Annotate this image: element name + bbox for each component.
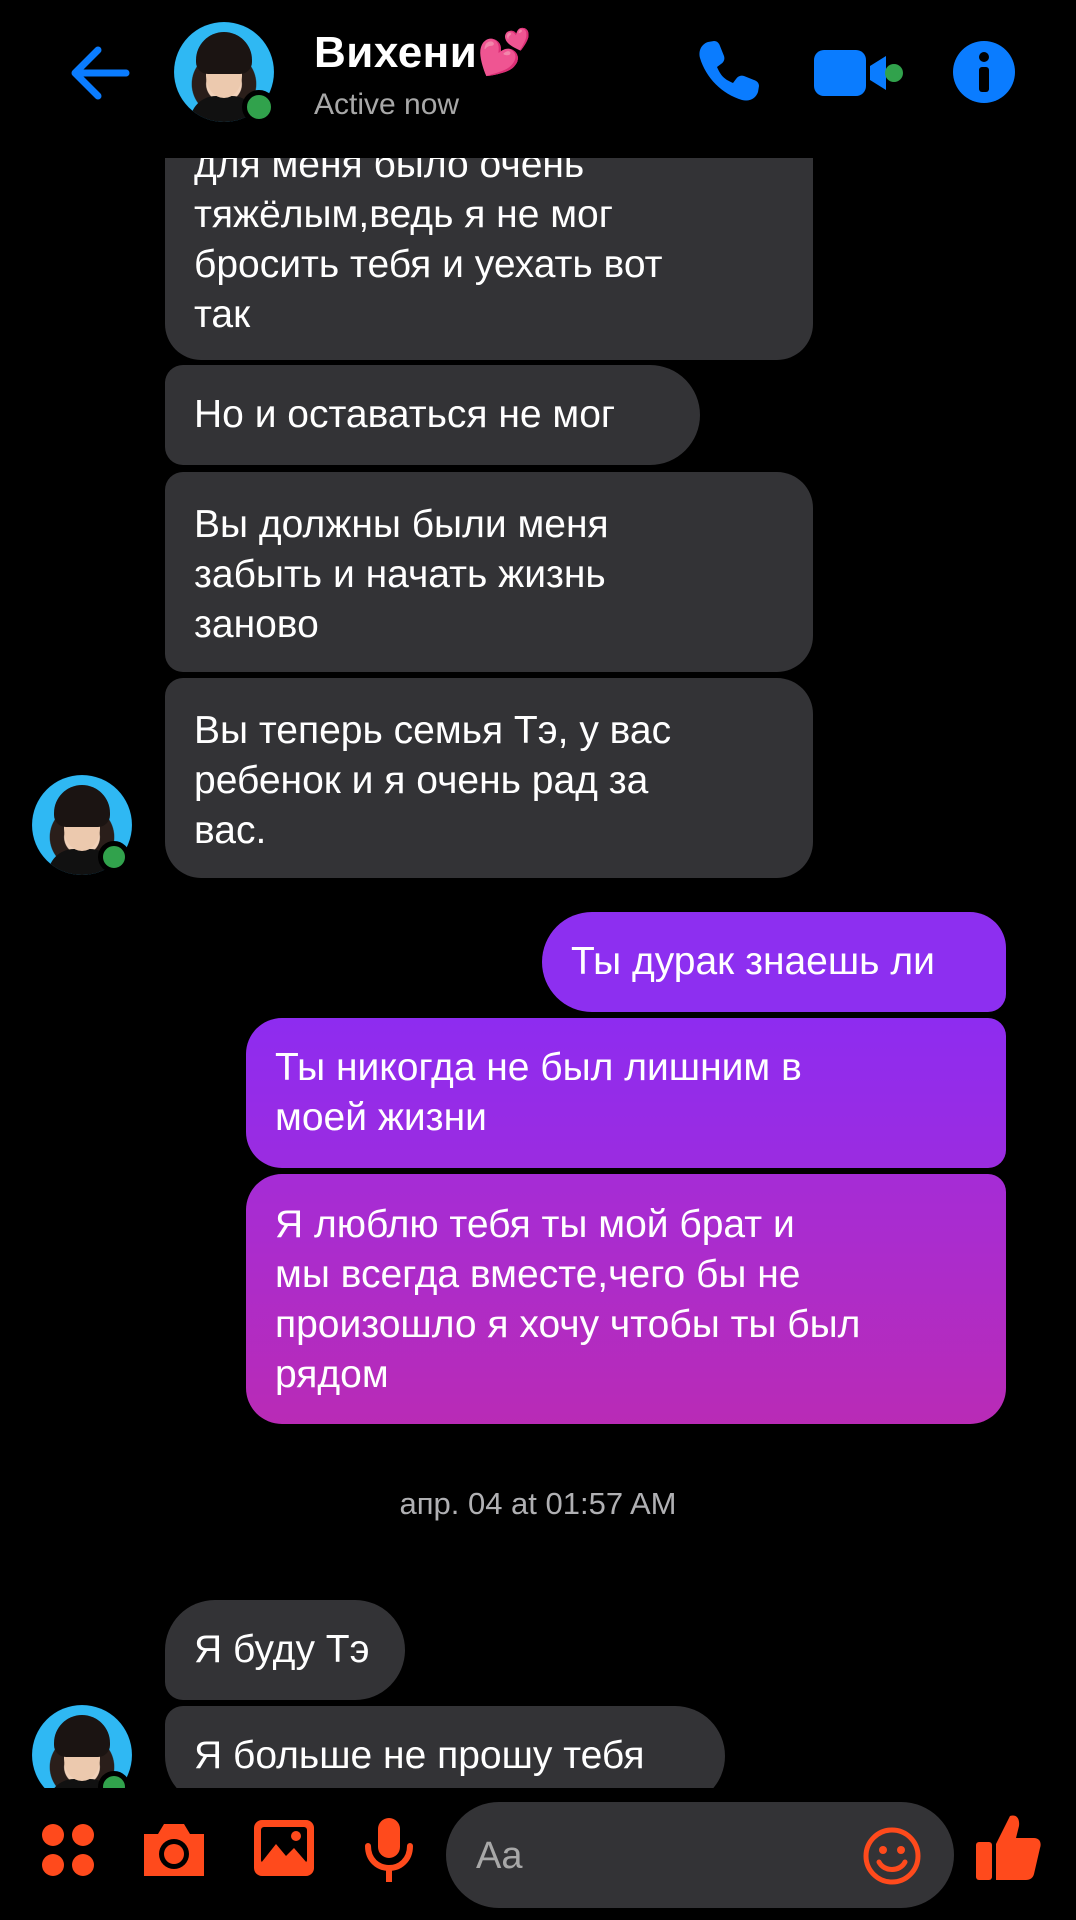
conversation-header: Вихени💕 Active now <box>0 0 1076 158</box>
outgoing-message[interactable]: Я люблю тебя ты мой брат и мы всегда вме… <box>246 1174 1006 1424</box>
info-icon[interactable] <box>952 40 1016 104</box>
contact-name[interactable]: Вихени💕 <box>314 26 533 78</box>
message-text: Я люблю тебя ты мой брат и мы всегда вме… <box>275 1203 861 1396</box>
active-status: Active now <box>314 88 460 121</box>
incoming-message[interactable]: Вы должны были меня забыть и начать жизн… <box>165 472 813 672</box>
back-arrow-icon[interactable] <box>68 42 130 104</box>
smiley-icon[interactable] <box>862 1826 922 1886</box>
message-text: Ты никогда не был лишним в моей жизни <box>275 1046 802 1139</box>
incoming-message[interactable]: Вы теперь семья Тэ, у вас ребенок и я оч… <box>165 678 813 878</box>
phone-icon[interactable] <box>694 36 764 106</box>
sender-avatar[interactable] <box>32 775 132 875</box>
incoming-message[interactable]: Я буду Тэ <box>165 1600 405 1700</box>
incoming-message[interactable]: Но и оставаться не мог <box>165 365 700 465</box>
message-text: Но и оставаться не мог <box>194 393 616 436</box>
message-text: Вы должны были меня забыть и начать жизн… <box>194 503 609 646</box>
message-text: Ты дурак знаешь ли <box>571 940 935 983</box>
camera-icon[interactable] <box>140 1818 208 1880</box>
message-text: Я буду Тэ <box>194 1628 370 1671</box>
microphone-icon[interactable] <box>362 1816 416 1884</box>
video-camera-icon[interactable] <box>812 44 904 102</box>
message-composer <box>0 1788 1076 1920</box>
contact-avatar[interactable] <box>174 22 276 124</box>
message-text: Я больше не прошу тебя <box>194 1734 645 1777</box>
message-text: Вы теперь семья Тэ, у вас ребенок и я оч… <box>194 709 672 852</box>
four-dots-icon[interactable] <box>40 1822 96 1878</box>
outgoing-message[interactable]: Ты никогда не был лишним в моей жизни <box>246 1018 1006 1168</box>
thumbs-up-icon[interactable] <box>974 1810 1042 1882</box>
message-input-field[interactable] <box>446 1802 954 1908</box>
message-input[interactable] <box>474 1826 858 1886</box>
online-indicator <box>98 841 130 873</box>
image-icon[interactable] <box>252 1816 316 1880</box>
online-indicator <box>242 90 276 124</box>
outgoing-message[interactable]: Ты дурак знаешь ли <box>542 912 1006 1012</box>
message-text: для меня было очень тяжёлым,ведь я не мо… <box>194 143 663 336</box>
message-timestamp: апр. 04 at 01:57 AM <box>399 1486 677 1521</box>
